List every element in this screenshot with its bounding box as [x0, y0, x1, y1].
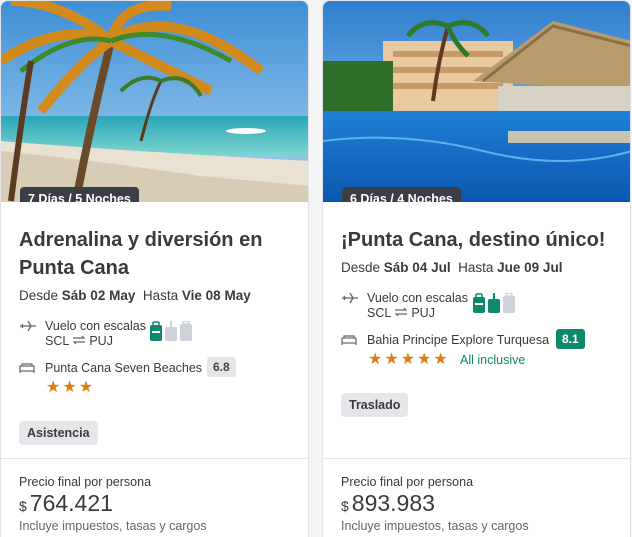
flight-info: Vuelo con escalas SCL PUJ	[19, 319, 146, 349]
price: $764.421	[19, 490, 113, 516]
hotel-name[interactable]: Bahia Principe Explore Turquesa	[367, 333, 549, 347]
flight-info: Vuelo con escalas SCL PUJ	[341, 291, 468, 321]
duration-badge: 7 Días / 5 Noches	[20, 187, 139, 202]
price-amount: 893.983	[351, 490, 435, 516]
package-title[interactable]: Adrenalina y diversión en Punta Cana	[19, 226, 289, 282]
flight-label: Vuelo con escalas	[45, 319, 146, 333]
flight-route: SCL PUJ	[45, 334, 113, 349]
travel-dates: Desde Sáb 04 Jul Hasta Jue 09 Jul	[341, 260, 563, 275]
hotel-stars: ★★★	[46, 377, 95, 397]
personal-bag-icon	[473, 293, 485, 313]
flight-label: Vuelo con escalas	[367, 291, 468, 305]
hotel-score: 6.8	[207, 357, 236, 377]
price-amount: 764.421	[29, 490, 113, 516]
resort-photo[interactable]: 6 Días / 4 Noches	[323, 1, 630, 202]
carry-on-icon	[165, 321, 177, 341]
carry-on-icon	[488, 293, 500, 313]
star-icon: ★	[62, 379, 79, 396]
checked-bag-icon	[503, 293, 515, 313]
beach-photo[interactable]: 7 Días / 5 Noches	[1, 1, 308, 202]
bed-icon	[19, 361, 37, 379]
price-taxes-note: Incluye impuestos, tasas y cargos	[341, 519, 529, 533]
divider	[323, 458, 630, 459]
package-card[interactable]: 6 Días / 4 Noches ¡Punta Cana, destino ú…	[322, 0, 631, 537]
price-label: Precio final por persona	[341, 475, 474, 489]
baggage-icons[interactable]	[149, 321, 193, 343]
checked-bag-icon	[180, 321, 192, 341]
star-icon: ★	[368, 351, 385, 368]
hotel-stars: ★★★★★	[368, 349, 450, 369]
star-icon: ★	[433, 351, 450, 368]
extra-service-tag: Traslado	[341, 393, 409, 417]
star-icon: ★	[46, 379, 63, 396]
divider	[1, 458, 308, 459]
meal-plan: All inclusive	[460, 353, 526, 367]
plane-icon	[341, 291, 359, 310]
duration-badge: 6 Días / 4 Noches	[342, 187, 461, 202]
personal-bag-icon	[150, 321, 162, 341]
plane-icon	[19, 319, 37, 338]
star-icon: ★	[78, 379, 96, 396]
price-taxes-note: Incluye impuestos, tasas y cargos	[19, 519, 207, 533]
star-icon: ★	[400, 351, 418, 368]
package-title[interactable]: ¡Punta Cana, destino único!	[341, 226, 611, 254]
price: $893.983	[341, 490, 435, 516]
price-label: Precio final por persona	[19, 475, 152, 489]
baggage-icons[interactable]	[472, 293, 516, 315]
extra-service-tag: Asistencia	[19, 421, 98, 445]
travel-dates: Desde Sáb 02 May Hasta Vie 08 May	[19, 288, 251, 303]
star-icon: ★	[384, 351, 401, 368]
star-icon: ★	[417, 351, 434, 368]
swap-arrows-icon	[394, 306, 408, 321]
flight-route: SCL PUJ	[367, 306, 435, 321]
package-card[interactable]: 7 Días / 5 Noches Adrenalina y diversión…	[0, 0, 309, 537]
swap-arrows-icon	[72, 334, 86, 349]
bed-icon	[341, 333, 359, 351]
hotel-score: 8.1	[556, 329, 585, 349]
hotel-name[interactable]: Punta Cana Seven Beaches	[45, 361, 202, 375]
